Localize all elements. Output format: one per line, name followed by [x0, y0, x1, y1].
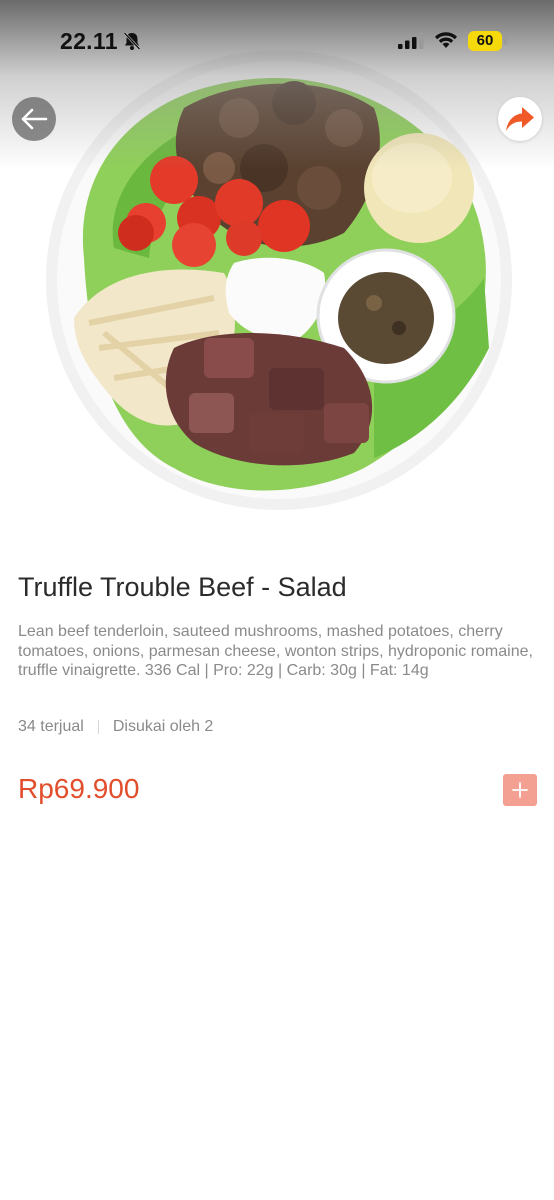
back-button[interactable]: [12, 97, 56, 141]
status-bar: 22.11 60: [0, 0, 554, 80]
add-to-cart-button[interactable]: [503, 774, 537, 806]
share-button[interactable]: [498, 97, 542, 141]
product-description: Lean beef tenderloin, sauteed mushrooms,…: [18, 623, 533, 679]
share-arrow-icon: [506, 107, 534, 131]
meta-divider: [97, 720, 99, 734]
product-title: Truffle Trouble Beef - Salad: [18, 572, 347, 602]
battery-tip: [504, 37, 507, 45]
signal-icon: [398, 33, 424, 49]
battery-icon: 60: [468, 31, 502, 51]
wifi-icon: [435, 32, 457, 48]
product-price: Rp69.900: [18, 773, 140, 804]
product-meta: 34 terjual Disukai oleh 2: [18, 718, 213, 736]
plus-icon: [512, 782, 528, 798]
product-image: [0, 0, 554, 540]
sold-count: 34 terjual: [18, 718, 84, 735]
status-time: 22.11: [60, 28, 118, 54]
liked-count: Disukai oleh 2: [112, 718, 214, 735]
arrow-left-icon: [21, 108, 48, 130]
bell-slash-icon: [123, 32, 141, 50]
